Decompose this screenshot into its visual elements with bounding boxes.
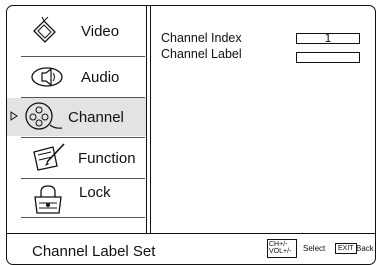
selection-arrow-icon	[10, 111, 18, 121]
lock-icon	[34, 185, 62, 214]
sidebar-item-label: Video	[81, 23, 120, 40]
sidebar-item-label: Audio	[81, 69, 120, 86]
sidebar-item-label: Lock	[79, 184, 111, 201]
channel-index-label: Channel Index	[161, 31, 242, 45]
video-icon	[33, 16, 56, 43]
channel-label-field[interactable]	[296, 52, 360, 63]
sidebar-item-video[interactable]: Video	[7, 12, 146, 50]
separator	[21, 137, 145, 138]
settings-panel: Channel Index 1 Channel Label	[151, 6, 376, 231]
channel-icon	[25, 102, 63, 130]
sidebar: Video Audio Channel Function Lock	[7, 6, 147, 231]
select-hint: Select	[303, 244, 326, 253]
separator	[21, 56, 145, 57]
channel-index-field[interactable]: 1	[296, 32, 360, 44]
vol-key-label: VOL+/-	[269, 248, 292, 255]
sidebar-item-label: Channel	[68, 109, 124, 126]
separator	[21, 217, 145, 218]
sidebar-item-audio[interactable]: Audio	[7, 58, 146, 96]
sidebar-item-channel[interactable]: Channel	[7, 98, 146, 136]
channel-label-label: Channel Label	[161, 47, 242, 61]
status-bar: Channel Label Set CH+/- VOL+/- Select EX…	[6, 233, 376, 264]
back-hint: Back	[356, 244, 374, 253]
sidebar-item-function[interactable]: Function	[7, 139, 146, 177]
ch-key-label: CH+/-	[269, 241, 288, 248]
sidebar-item-lock[interactable]: Lock	[7, 179, 146, 217]
audio-icon	[31, 67, 63, 87]
status-title: Channel Label Set	[32, 243, 156, 260]
ch-vol-key-badge: CH+/- VOL+/-	[267, 239, 297, 258]
sidebar-item-label: Function	[78, 150, 136, 167]
function-icon	[33, 143, 65, 171]
exit-key-badge: EXIT	[335, 243, 357, 254]
